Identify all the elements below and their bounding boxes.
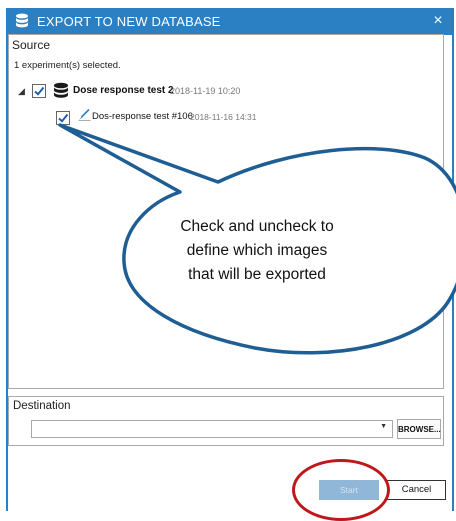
callout-text: Check and uncheck to define which images… [178, 215, 336, 287]
source-panel: Source 1 experiment(s) selected. ◢ Dose … [8, 34, 444, 389]
browse-button[interactable]: BROWSE... [397, 419, 441, 439]
destination-label: Destination [13, 400, 71, 412]
dropdown-arrow-icon[interactable]: ▼ [380, 423, 387, 430]
experiment-database-icon [53, 82, 69, 103]
callout-line: define which images [186, 242, 328, 259]
test-name[interactable]: Dos-response test #106 [92, 111, 193, 122]
dialog-border-right [452, 35, 454, 511]
experiment-date: 2018-11-19 10:20 [170, 86, 241, 96]
callout-line: that will be exported [188, 266, 326, 283]
experiment-checkbox[interactable] [32, 84, 46, 98]
selected-count-text: 1 experiment(s) selected. [14, 60, 121, 71]
destination-combobox[interactable]: ▼ [31, 420, 393, 438]
cancel-button[interactable]: Cancel [387, 480, 446, 500]
dialog-title: EXPORT TO NEW DATABASE [37, 14, 221, 29]
expand-collapse-icon[interactable]: ◢ [18, 85, 25, 97]
title-bar: EXPORT TO NEW DATABASE × [6, 8, 454, 35]
database-icon [15, 13, 29, 29]
callout-line: Check and uncheck to [180, 218, 334, 235]
source-label: Source [12, 38, 51, 52]
experiment-name[interactable]: Dose response test 2 [73, 85, 174, 96]
destination-panel: Destination ▼ BROWSE... [8, 396, 444, 446]
close-button[interactable]: × [429, 11, 447, 31]
test-date: 2018-11-16 14:31 [190, 112, 257, 122]
test-checkbox[interactable] [56, 111, 70, 125]
start-button[interactable]: Start [319, 480, 379, 500]
pipette-icon [78, 108, 91, 126]
